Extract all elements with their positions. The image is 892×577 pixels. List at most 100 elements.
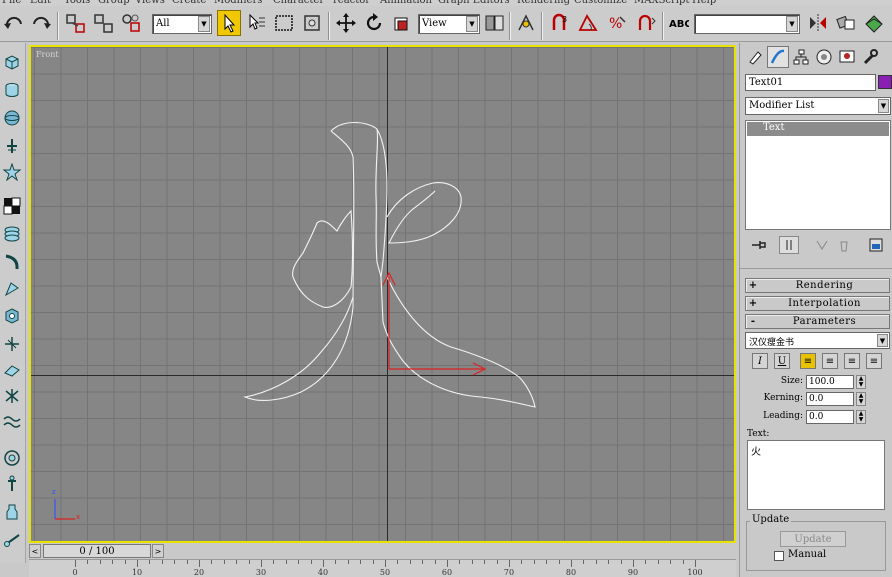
kerning-field[interactable]: 0.0 [806,392,854,406]
underline-button[interactable]: U [774,353,790,369]
object-name-field[interactable]: Text01 [745,74,876,91]
modifier-stack[interactable]: Text [745,120,891,230]
select-by-name-icon[interactable] [244,10,268,36]
rollout-label: Interpolation [788,298,861,309]
leading-spinner[interactable]: ▲ ▼ [856,410,866,424]
modify-tab-icon[interactable] [767,46,789,68]
align-icon[interactable] [834,10,858,36]
text-input[interactable]: 火 [747,440,885,510]
reference-coord-dropdown[interactable]: View ▼ [418,14,480,34]
time-slider-thumb[interactable]: 0 / 100 [43,544,151,558]
align-left-button[interactable]: ≡ [800,353,816,369]
align-center-button[interactable]: ≡ [822,353,838,369]
percent-snap-icon[interactable]: % [605,10,629,36]
previous-frame-button[interactable]: < [29,544,41,558]
checker-material-icon[interactable] [1,195,23,217]
hierarchy-tab-icon[interactable] [790,46,812,68]
unlink-selection-icon[interactable] [91,10,115,36]
show-end-result-icon[interactable] [779,236,799,254]
cube-icon[interactable] [1,51,23,73]
align-right-button[interactable]: ≡ [844,353,860,369]
size-field[interactable]: 100.0 [806,375,854,389]
utilities-tab-icon[interactable] [859,46,881,68]
spinner-snap-icon[interactable] [634,10,658,36]
track-bar-tick [273,560,275,564]
selection-filter-dropdown[interactable]: All ▼ [152,14,212,34]
use-pivot-center-icon[interactable] [482,10,506,36]
front-viewport[interactable]: Front z x [29,45,736,543]
bend-icon[interactable] [1,251,23,273]
motion-tab-icon[interactable] [813,46,835,68]
move-icon[interactable] [334,10,358,36]
rectangular-selection-icon[interactable] [272,10,296,36]
lathe-icon[interactable] [1,135,23,157]
size-label: Size: [780,376,803,386]
select-and-manipulate-icon[interactable] [514,10,538,36]
make-unique-icon[interactable] [812,236,832,254]
snaps-toggle-icon[interactable]: 3 [547,10,571,36]
select-object-icon[interactable] [217,10,241,36]
select-and-link-icon[interactable] [63,10,87,36]
configure-modifier-sets-icon[interactable] [866,236,886,254]
track-bar-tick [571,560,572,567]
stack-item-text[interactable]: Text [747,122,889,136]
track-bar-tick [608,560,610,564]
track-bar-tick [149,560,151,564]
lattice-icon[interactable] [1,447,23,469]
bind-icon[interactable] [1,529,23,551]
justify-button[interactable]: ≡ [866,353,882,369]
leading-field[interactable]: 0.0 [806,410,854,424]
font-dropdown[interactable]: 汉仪瘦金书 ▼ [745,332,890,349]
taper-icon[interactable] [1,278,23,300]
size-spinner[interactable]: ▲ ▼ [856,375,866,389]
layers-icon[interactable] [1,223,23,245]
text-spline-shape[interactable] [31,47,734,541]
chevron-down-icon: ▼ [878,99,889,113]
track-bar-tick [447,560,448,567]
kerning-spinner[interactable]: ▲ ▼ [856,392,866,406]
sphere-icon[interactable] [1,107,23,129]
track-bar-tick [397,560,399,564]
layer-manager-icon[interactable] [862,10,886,36]
cylinder-icon[interactable] [1,79,23,101]
wave-icon[interactable] [1,411,23,433]
bind-to-space-warp-icon[interactable] [119,10,143,36]
pin-stack-icon[interactable] [749,236,769,254]
track-bar-tick [533,560,535,564]
rollout-interpolation[interactable]: + Interpolation [745,296,890,311]
redo-icon[interactable] [29,10,53,36]
star-icon[interactable] [1,161,23,183]
rotate-icon[interactable] [362,10,386,36]
edit-named-selections-icon[interactable]: ABC [666,10,690,36]
italic-button[interactable]: I [752,353,768,369]
stretch-icon[interactable] [1,359,23,381]
window-crossing-icon[interactable] [300,10,324,36]
rollout-rendering[interactable]: + Rendering [745,278,890,293]
modifier-list-dropdown[interactable]: Modifier List ▼ [745,97,891,115]
rollout-separator [740,268,892,273]
ripple-icon[interactable] [1,385,23,407]
track-bar-tick [360,560,362,564]
next-frame-button[interactable]: > [152,544,164,558]
bottle-icon[interactable] [1,501,23,523]
manual-update-checkbox[interactable] [774,551,784,561]
scale-icon[interactable] [390,10,414,36]
bone-icon[interactable] [1,473,23,495]
track-bar-tick-label: 60 [441,568,453,577]
update-button[interactable]: Update [780,531,846,547]
remove-modifier-icon[interactable] [834,236,854,254]
undo-icon[interactable] [2,10,26,36]
update-group-label: Update [750,514,792,525]
angle-snap-icon[interactable] [576,10,600,36]
chevron-down-icon: ▼ [466,16,478,32]
twist-icon[interactable] [1,333,23,355]
rollout-parameters[interactable]: - Parameters [745,314,890,329]
track-bar[interactable]: 0 10 20 30 40 50 60 70 80 90 100 [29,559,736,577]
noise-icon[interactable] [1,305,23,327]
mirror-icon[interactable] [806,10,830,36]
chevron-down-icon: ▼ [198,16,210,32]
display-tab-icon[interactable] [836,46,858,68]
named-selection-dropdown[interactable]: ▼ [694,14,800,34]
object-color-swatch[interactable] [878,75,892,89]
create-tab-icon[interactable] [744,46,766,68]
